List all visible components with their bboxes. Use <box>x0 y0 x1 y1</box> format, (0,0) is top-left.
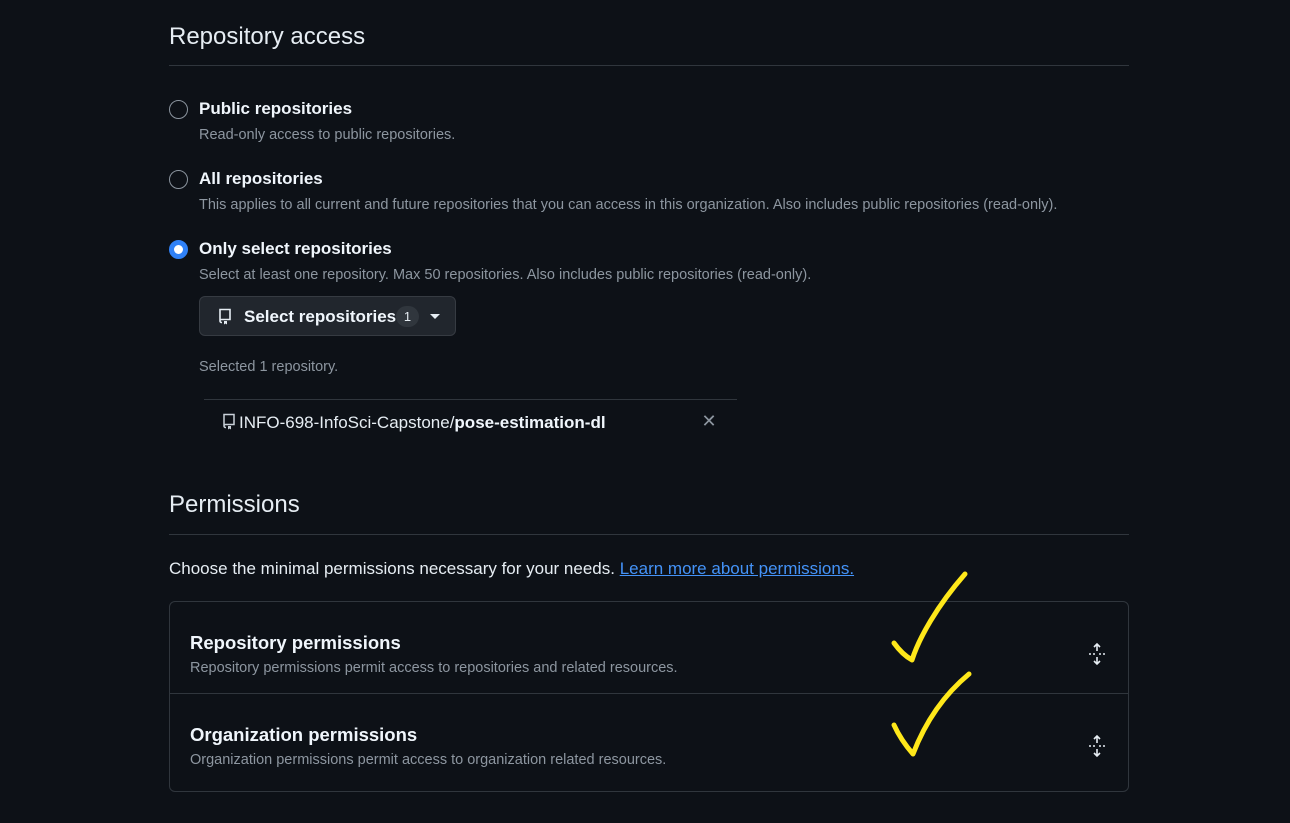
radio-description: Read-only access to public repositories. <box>199 127 456 143</box>
radio-description: This applies to all current and future r… <box>199 197 1058 213</box>
permissions-heading: Permissions <box>169 491 300 518</box>
all-repositories-radio[interactable] <box>169 170 188 189</box>
radio-label[interactable]: All repositories <box>199 169 323 189</box>
radio-label[interactable]: Public repositories <box>199 99 352 119</box>
permissions-box: Repository permissions Repository permis… <box>169 601 1129 792</box>
perm-title[interactable]: Organization permissions <box>190 724 417 746</box>
caret-down-icon[interactable] <box>430 314 440 319</box>
select-repositories-label[interactable]: Select repositories <box>244 307 396 327</box>
select-repositories-button[interactable]: Select repositories 1 <box>199 296 456 336</box>
section-divider <box>169 534 1129 535</box>
organization-permissions-row[interactable]: Organization permissions Organization pe… <box>170 698 1128 790</box>
permissions-intro: Choose the minimal permissions necessary… <box>169 559 854 579</box>
perm-description: Repository permissions permit access to … <box>190 660 678 676</box>
learn-more-permissions-link[interactable]: Learn more about permissions. <box>620 559 854 578</box>
section-divider <box>169 65 1129 66</box>
repo-full-name: INFO-698-InfoSci-Capstone/pose-estimatio… <box>239 413 606 433</box>
repo-icon <box>223 413 235 430</box>
selected-count-badge: 1 <box>396 306 419 327</box>
perm-description: Organization permissions permit access t… <box>190 752 667 768</box>
public-repositories-radio[interactable] <box>169 100 188 119</box>
radio-description: Select at least one repository. Max 50 r… <box>199 267 812 283</box>
unfold-icon[interactable] <box>1087 642 1107 666</box>
selected-summary: Selected 1 repository. <box>199 359 339 375</box>
repository-access-heading: Repository access <box>169 23 366 50</box>
selected-repo-item: INFO-698-InfoSci-Capstone/pose-estimatio… <box>204 400 737 446</box>
repo-icon <box>219 308 231 325</box>
unfold-icon[interactable] <box>1087 734 1107 758</box>
perm-title[interactable]: Repository permissions <box>190 632 401 654</box>
permissions-intro-text: Choose the minimal permissions necessary… <box>169 559 620 578</box>
remove-repo-button[interactable]: ✕ <box>699 411 719 431</box>
only-select-repositories-radio[interactable] <box>169 240 188 259</box>
radio-label[interactable]: Only select repositories <box>199 239 392 259</box>
repo-name: pose-estimation-dl <box>454 413 606 432</box>
repo-owner: INFO-698-InfoSci-Capstone/ <box>239 413 455 432</box>
repository-permissions-row[interactable]: Repository permissions Repository permis… <box>170 602 1128 694</box>
